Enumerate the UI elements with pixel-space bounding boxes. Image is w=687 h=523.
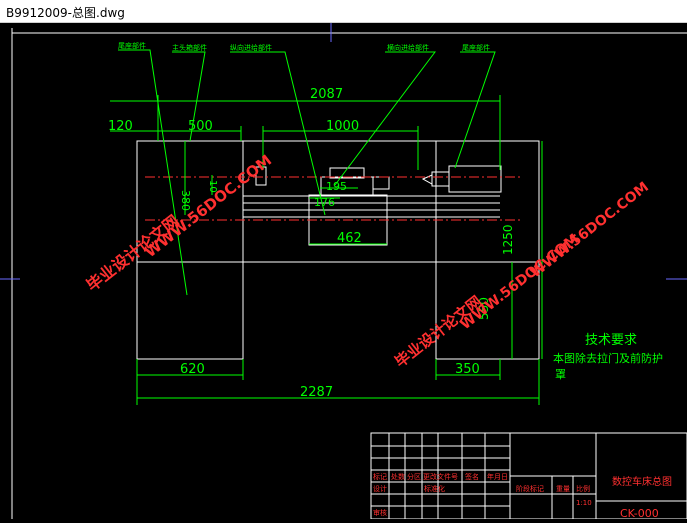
tech-line-1: 本图除去拉门及前防护	[553, 351, 663, 365]
callout-2: 主头箱部件	[172, 43, 207, 52]
svg-text:审核: 审核	[373, 508, 387, 517]
svg-text:分区: 分区	[407, 472, 421, 481]
window-title: B9912009-总图.dwg	[6, 6, 125, 20]
svg-text:2087: 2087	[310, 87, 343, 102]
svg-text:195: 195	[326, 180, 347, 193]
svg-text:更改文件号: 更改文件号	[423, 472, 458, 481]
svg-text:标记: 标记	[373, 472, 387, 481]
callout-1: 尾座部件	[118, 41, 146, 50]
svg-text:设计: 设计	[373, 484, 387, 493]
svg-text:标准化: 标准化	[424, 484, 445, 493]
bed-left-leg	[136, 261, 244, 360]
drawing-canvas[interactable]: 尾座部件 主头箱部件 纵向进给部件 横向进给部件 尾座部件 2087 120 5…	[0, 23, 687, 520]
svg-text:2287: 2287	[300, 385, 333, 400]
svg-text:毕业设计论文网: 毕业设计论文网	[83, 211, 183, 295]
window-titlebar: B9912009-总图.dwg	[0, 0, 687, 23]
svg-text:350: 350	[455, 362, 480, 377]
svg-text:重量: 重量	[556, 485, 570, 493]
svg-text:处数: 处数	[391, 472, 405, 481]
watermarks: WWW.56DOC.COM 毕业设计论文网 WWW.56DOC.COM 毕业设计…	[83, 151, 652, 371]
drawing-code: CK-000	[620, 507, 659, 519]
svg-text:WWW.56DOC.COM: WWW.56DOC.COM	[141, 151, 275, 261]
svg-text:1:10: 1:10	[576, 499, 592, 507]
drawing-name: 数控车床总图	[612, 475, 672, 488]
svg-text:1000: 1000	[326, 119, 359, 134]
svg-text:120: 120	[108, 119, 133, 134]
tech-line-2: 罩	[555, 368, 566, 381]
svg-text:620: 620	[180, 362, 205, 377]
svg-text:签名: 签名	[465, 472, 479, 481]
cad-drawing[interactable]: 尾座部件 主头箱部件 纵向进给部件 横向进给部件 尾座部件 2087 120 5…	[0, 23, 687, 520]
callout-4: 横向进给部件	[387, 43, 429, 52]
callout-3: 纵向进给部件	[230, 43, 272, 52]
svg-text:比例: 比例	[576, 484, 590, 493]
svg-text:1250: 1250	[501, 224, 515, 255]
svg-text:500: 500	[188, 119, 213, 134]
svg-text:阶段标记: 阶段标记	[516, 484, 544, 493]
tech-title: 技术要求	[585, 333, 637, 348]
svg-text:462: 462	[337, 231, 362, 246]
svg-text:WWW.56DOC.COM: WWW.56DOC.COM	[528, 179, 652, 281]
tailstock	[448, 165, 502, 193]
svg-text:176: 176	[314, 196, 335, 209]
svg-text:年月日: 年月日	[487, 472, 508, 481]
callout-5: 尾座部件	[462, 43, 490, 52]
lathe-bed	[136, 140, 540, 360]
